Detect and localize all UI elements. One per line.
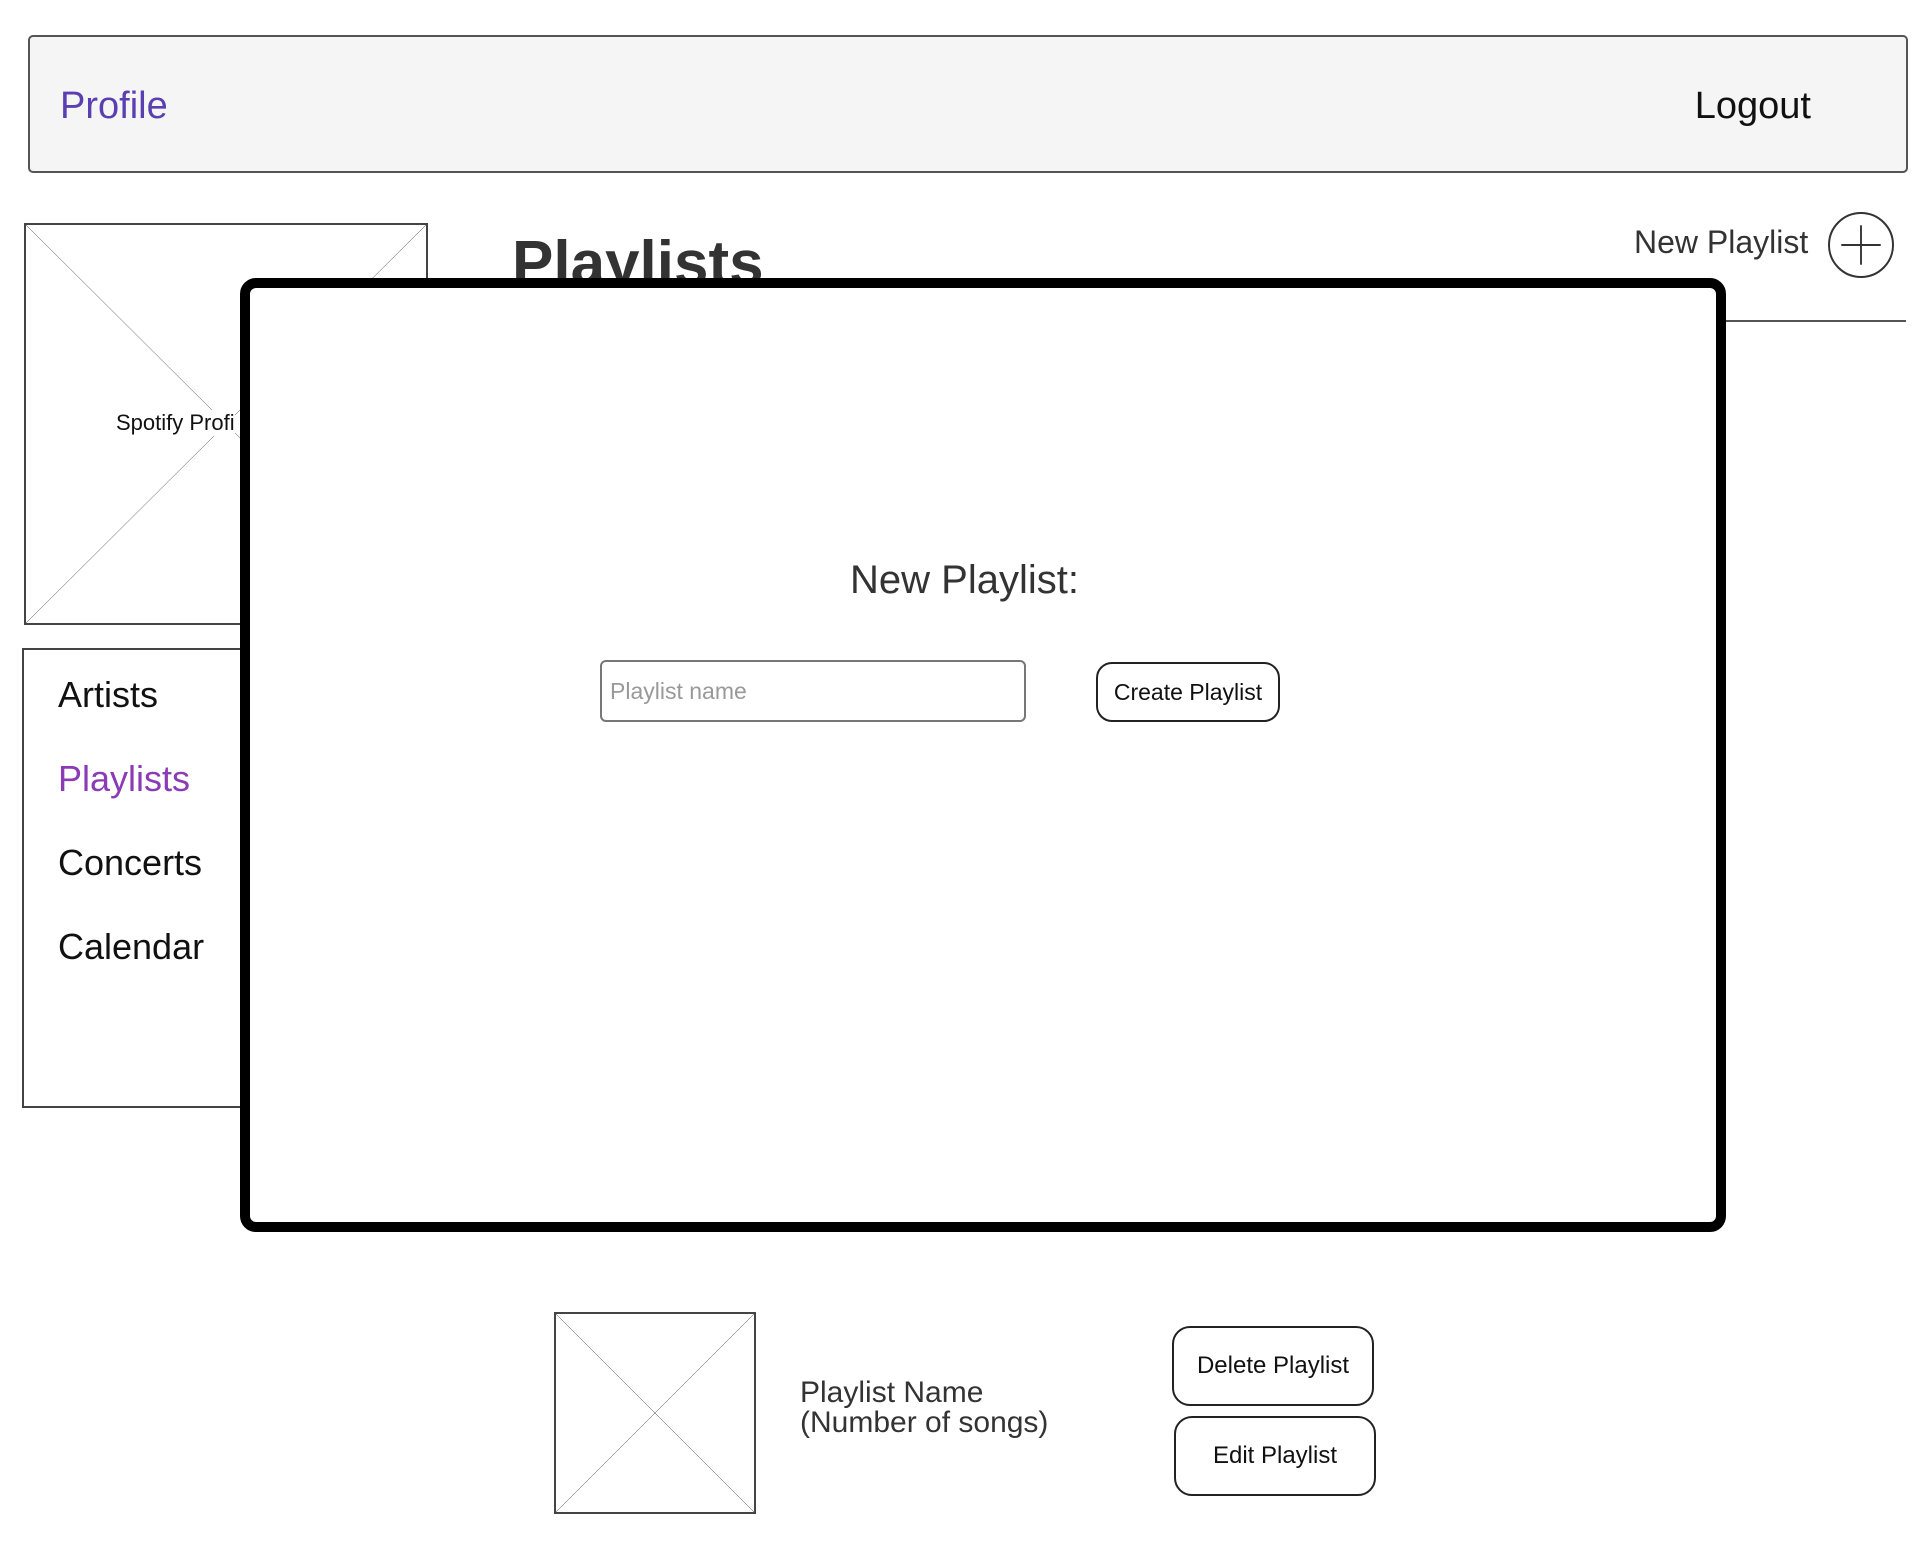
playlist-name-input[interactable] xyxy=(600,660,1026,722)
logout-link[interactable]: Logout xyxy=(1695,85,1811,128)
plus-circle-icon xyxy=(1841,225,1881,265)
new-playlist-button[interactable] xyxy=(1828,212,1894,278)
header-bar: Profile Logout xyxy=(28,35,1908,173)
sidebar-item-calendar[interactable]: Calendar xyxy=(58,926,204,968)
playlist-name: Playlist Name xyxy=(800,1376,984,1409)
profile-link[interactable]: Profile xyxy=(60,85,168,128)
new-playlist-label[interactable]: New Playlist xyxy=(1634,224,1808,261)
playlist-thumbnail xyxy=(554,1312,756,1514)
page: Profile Logout Spotify Profi Artists Pla… xyxy=(0,0,1926,1558)
playlist-info: Playlist Name (Number of songs) xyxy=(800,1378,1048,1438)
profile-image-label: Spotify Profi xyxy=(116,410,235,436)
edit-playlist-button[interactable]: Edit Playlist xyxy=(1174,1416,1376,1496)
sidebar-item-artists[interactable]: Artists xyxy=(58,674,158,716)
delete-playlist-button[interactable]: Delete Playlist xyxy=(1172,1326,1374,1406)
create-playlist-button[interactable]: Create Playlist xyxy=(1096,662,1280,722)
image-placeholder-icon xyxy=(556,1314,754,1512)
playlist-song-count: (Number of songs) xyxy=(800,1406,1049,1439)
sidebar-item-playlists[interactable]: Playlists xyxy=(58,758,190,800)
new-playlist-modal: New Playlist: Create Playlist xyxy=(240,278,1726,1232)
sidebar-item-concerts[interactable]: Concerts xyxy=(58,842,202,884)
modal-title: New Playlist: xyxy=(850,558,1079,602)
